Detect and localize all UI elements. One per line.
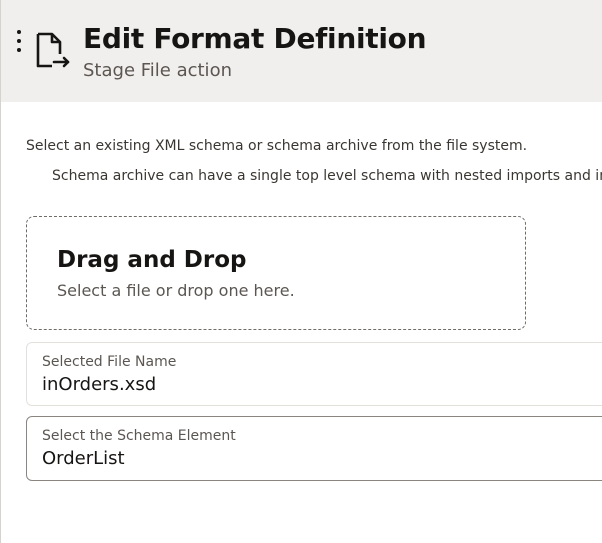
schema-element-value: OrderList (42, 448, 125, 469)
selected-file-name-field: Selected File Name inOrders.xsd (26, 342, 602, 406)
page-title: Edit Format Definition (83, 22, 427, 55)
file-dropzone[interactable]: Drag and Drop Select a file or drop one … (26, 216, 526, 330)
panel-header: Edit Format Definition Stage File action (1, 0, 602, 102)
instruction-text: Select an existing XML schema or schema … (26, 138, 528, 154)
schema-element-select[interactable]: Select the Schema Element OrderList (26, 416, 602, 481)
edit-format-definition-panel: Edit Format Definition Stage File action… (0, 0, 602, 543)
page-subtitle: Stage File action (83, 60, 232, 81)
schema-element-label: Select the Schema Element (42, 428, 236, 444)
selected-file-name-value: inOrders.xsd (42, 374, 157, 395)
dropzone-hint: Select a file or drop one here. (57, 281, 295, 300)
dropzone-title: Drag and Drop (57, 247, 247, 273)
kebab-menu-icon[interactable] (13, 30, 25, 56)
document-arrow-icon (36, 32, 70, 68)
instruction-subtext: Schema archive can have a single top lev… (52, 168, 602, 184)
selected-file-name-label: Selected File Name (42, 354, 177, 370)
